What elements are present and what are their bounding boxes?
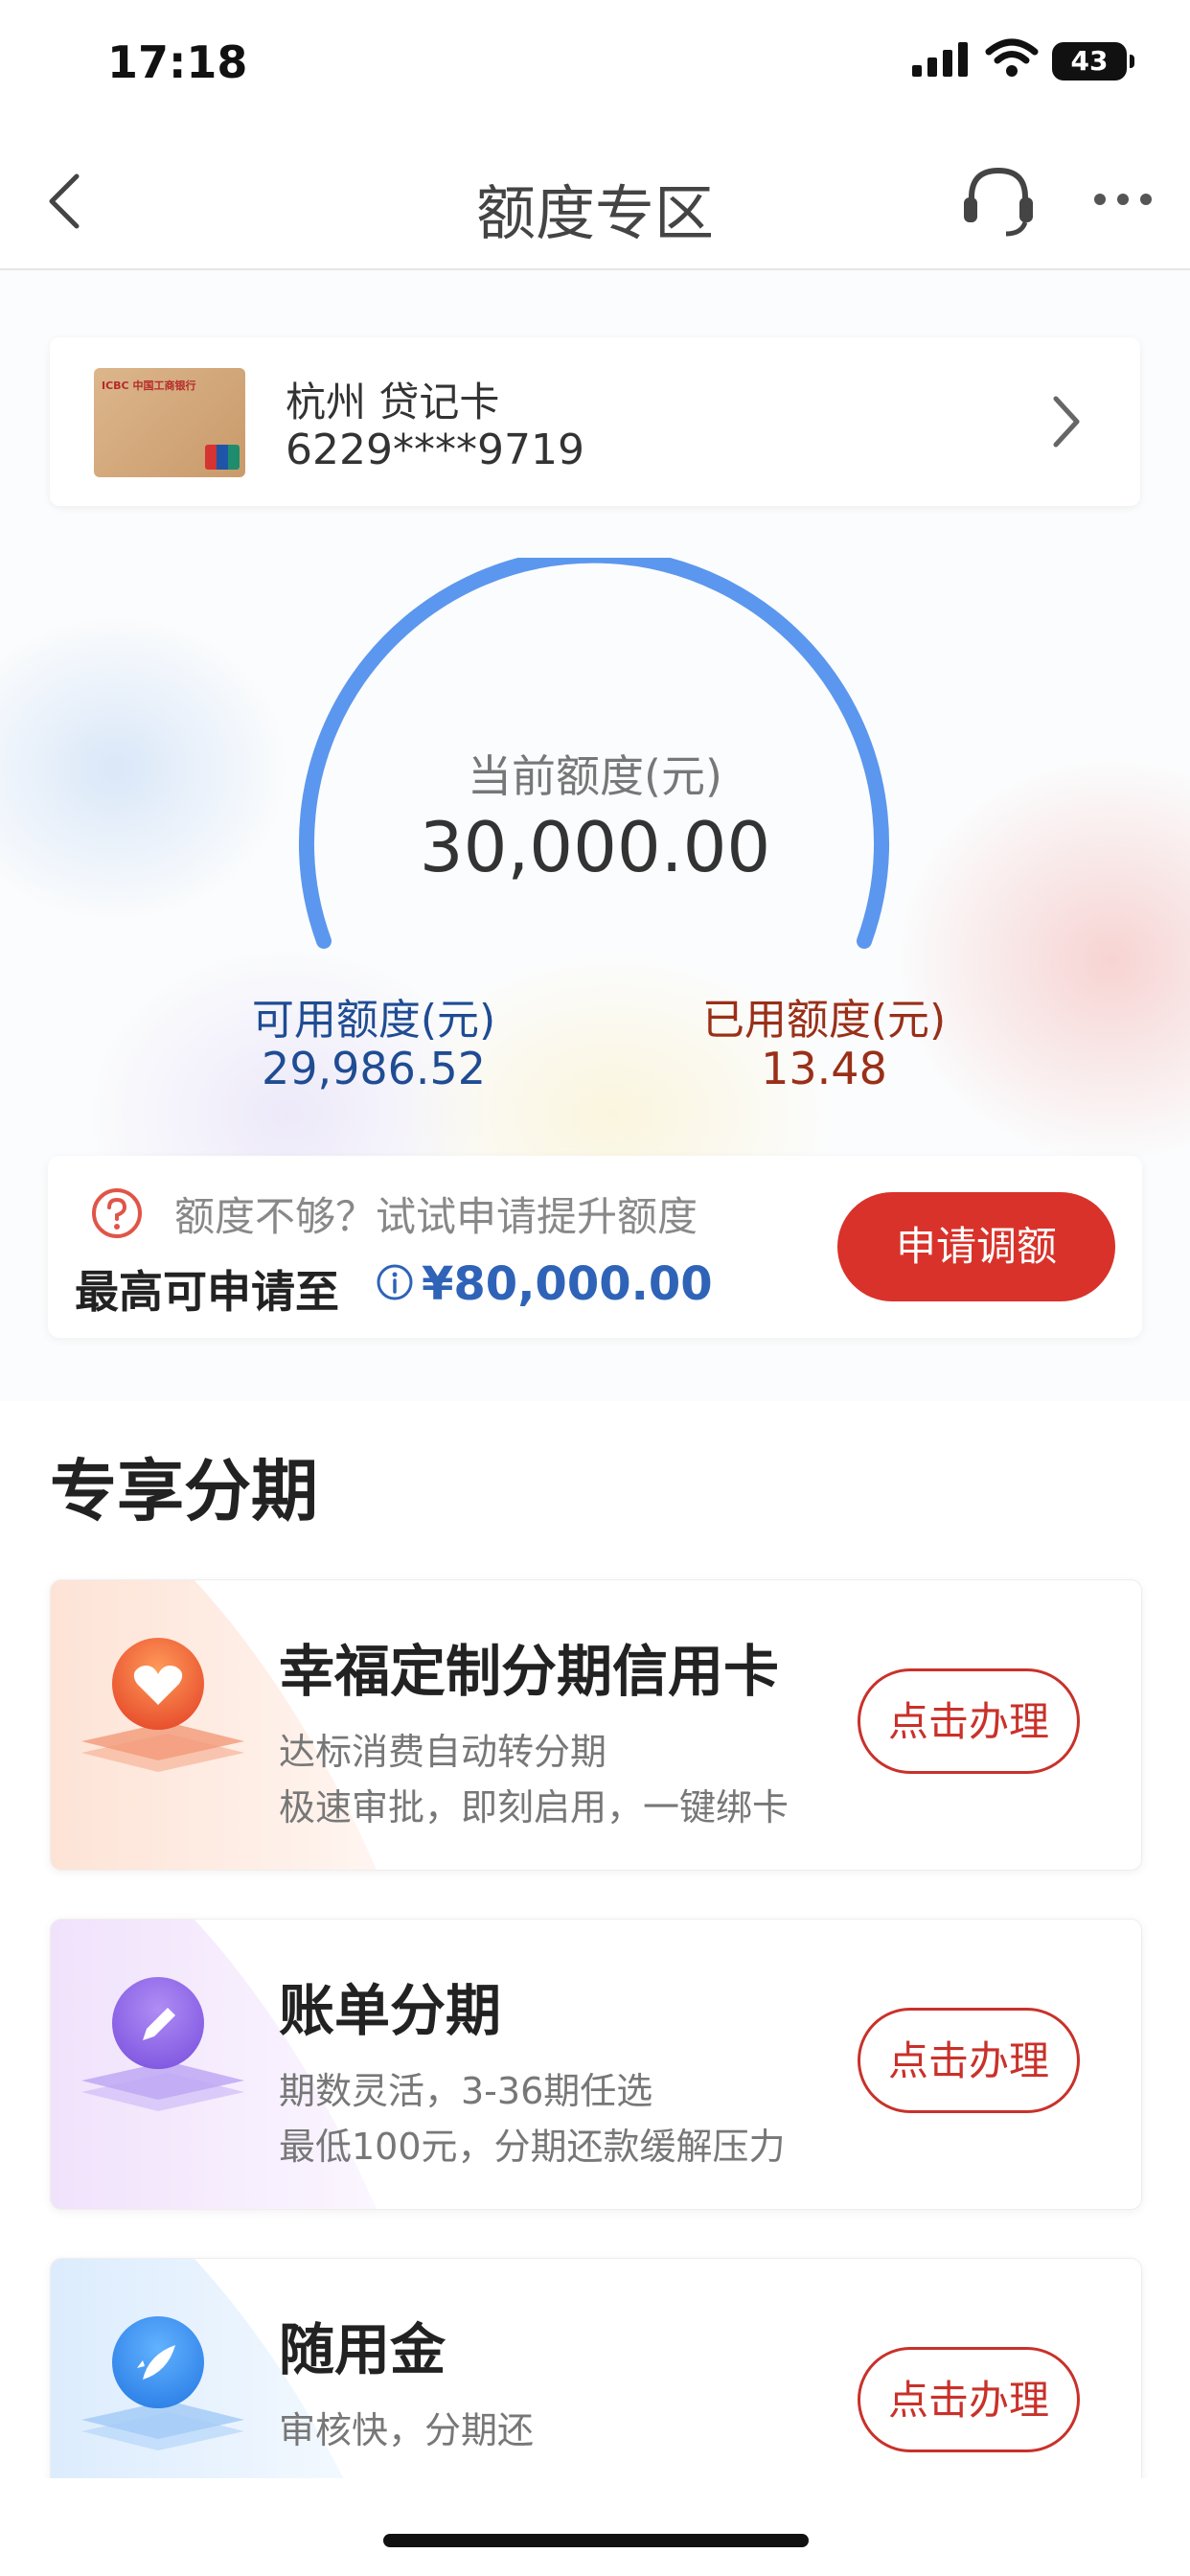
raise-limit-panel: 额度不够？试试申请提升额度 最高可申请至 ¥80,000.00 申请调额 [48,1156,1142,1338]
bottom-safe-area [0,2478,1190,2576]
nav-bar: 额度专区 [0,134,1190,270]
apply-now-button[interactable]: 点击办理 [858,2008,1080,2113]
current-limit-value: 30,000.00 [419,807,771,887]
section-title: 专享分期 [50,1452,318,1530]
card-thumbnail: ICBC 中国工商银行 [94,368,245,477]
product-card-bill-installment[interactable]: 账单分期 期数灵活，3-36期任选 最低100元，分期还款缓解压力 点击办理 [50,1919,1142,2210]
card-name: 杭州 贷记卡 [286,379,500,426]
card-bank-logo: ICBC 中国工商银行 [102,380,196,392]
home-indicator[interactable] [383,2534,809,2547]
heart-icon [81,1638,244,1772]
available-limit-label: 可用额度(元) [251,996,496,1045]
product-name: 随用金 [279,2317,446,2382]
question-icon [92,1188,142,1238]
max-apply-label: 最高可申请至 [75,1266,339,1318]
used-limit-label: 已用额度(元) [701,996,947,1045]
status-bar: 17:18 43 [0,0,1190,134]
product-desc-2: 极速审批，即刻启用，一键绑卡 [279,1786,790,1828]
chevron-right-icon [1053,396,1080,448]
product-desc-2: 最低100元，分期还款缓解压力 [279,2126,786,2168]
product-name: 幸福定制分期信用卡 [279,1639,780,1704]
apply-now-button[interactable]: 点击办理 [858,2347,1080,2452]
apply-now-button[interactable]: 点击办理 [858,1668,1080,1774]
wifi-icon [985,38,1039,77]
info-icon[interactable] [376,1263,414,1301]
apply-adjust-button[interactable]: 申请调额 [837,1192,1115,1301]
product-name: 账单分期 [279,1978,502,2043]
rocket-icon [81,2316,244,2450]
product-card-happiness-installment[interactable]: 幸福定制分期信用卡 达标消费自动转分期 极速审批，即刻启用，一键绑卡 点击办理 [50,1579,1142,1871]
battery-indicator: 43 [1052,42,1134,80]
max-apply-amount: ¥80,000.00 [422,1257,713,1311]
cellular-signal-icon [912,42,968,77]
unionpay-logo [205,445,240,470]
pencil-icon [81,1977,244,2111]
credit-overview: ICBC 中国工商银行 杭州 贷记卡 6229****9719 当前额度(元) … [0,270,1190,1401]
product-desc-1: 达标消费自动转分期 [279,1731,607,1773]
card-selector[interactable]: ICBC 中国工商银行 杭州 贷记卡 6229****9719 [50,337,1140,506]
product-desc-1: 审核快，分期还 [279,2409,535,2451]
customer-service-icon[interactable] [958,163,1039,240]
current-limit-label: 当前额度(元) [468,750,722,802]
raise-tip-text: 额度不够？试试申请提升额度 [174,1193,698,1240]
status-time: 17:18 [107,36,248,88]
card-number: 6229****9719 [286,426,584,474]
more-options-icon[interactable] [1092,192,1154,207]
product-desc-1: 期数灵活，3-36期任选 [279,2070,653,2112]
used-limit-value: 13.48 [761,1043,887,1094]
available-limit-value: 29,986.52 [261,1043,487,1094]
